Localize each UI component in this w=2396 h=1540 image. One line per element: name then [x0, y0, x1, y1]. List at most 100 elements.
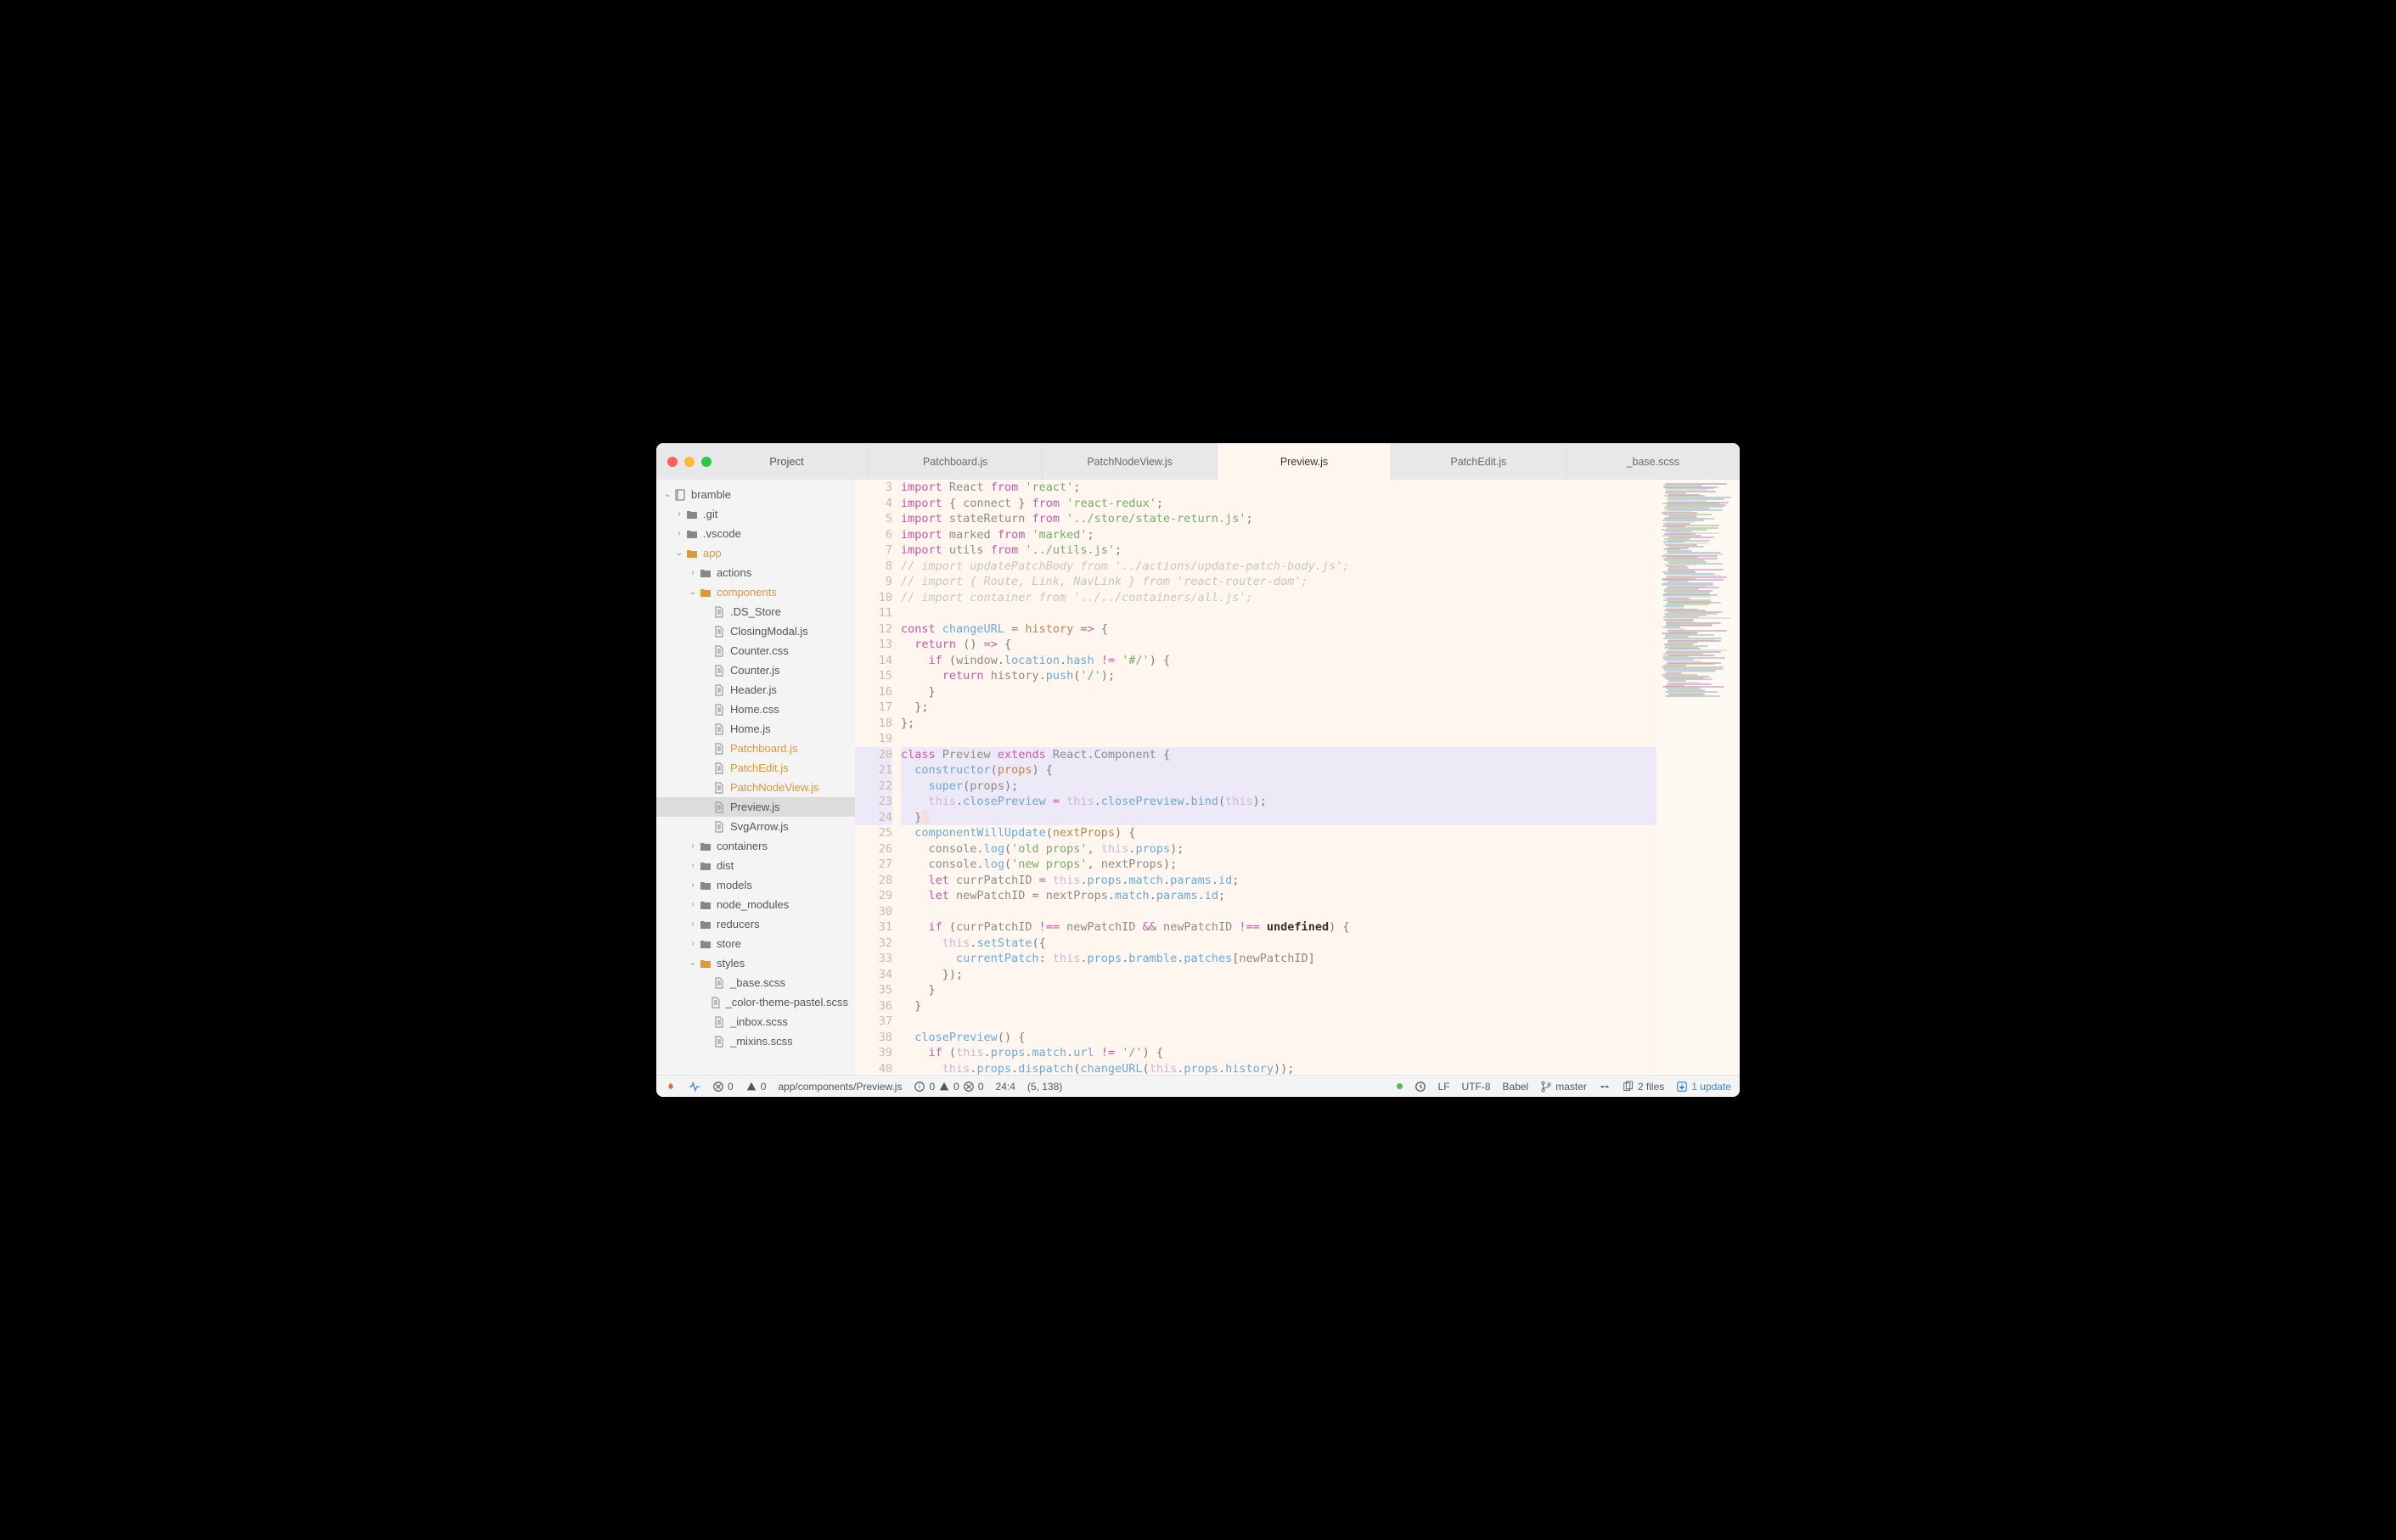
- file-tree[interactable]: ⌄bramble›.git›.vscode⌄app›actions⌄compon…: [656, 480, 855, 1075]
- code-line[interactable]: this.props.dispatch(changeURL(this.props…: [901, 1061, 1656, 1076]
- line-number[interactable]: 10: [855, 590, 892, 606]
- line-number[interactable]: 19: [855, 731, 892, 747]
- code-content[interactable]: import React from 'react';import { conne…: [901, 480, 1656, 1075]
- diagnostics-errors[interactable]: 0: [712, 1081, 734, 1093]
- clock-icon[interactable]: [1415, 1081, 1426, 1093]
- zoom-window-button[interactable]: [701, 457, 711, 467]
- line-number[interactable]: 21: [855, 762, 892, 778]
- code-line[interactable]: [901, 605, 1656, 621]
- tree-item-node_modules[interactable]: ›node_modules: [656, 895, 855, 914]
- tab-patchnodeview-js[interactable]: PatchNodeView.js: [1042, 443, 1216, 480]
- line-number[interactable]: 32: [855, 936, 892, 952]
- tree-item-styles[interactable]: ⌄styles: [656, 953, 855, 973]
- line-number[interactable]: 26: [855, 841, 892, 857]
- tree-item-containers[interactable]: ›containers: [656, 836, 855, 856]
- line-number[interactable]: 25: [855, 825, 892, 841]
- git-fetch[interactable]: [1599, 1081, 1611, 1093]
- code-line[interactable]: import marked from 'marked';: [901, 527, 1656, 543]
- tree-item-models[interactable]: ›models: [656, 875, 855, 895]
- code-line[interactable]: [901, 904, 1656, 920]
- line-number[interactable]: 9: [855, 574, 892, 590]
- line-number[interactable]: 34: [855, 967, 892, 983]
- tree-item-svgarrow-js[interactable]: SvgArrow.js: [656, 817, 855, 836]
- selection-info[interactable]: (5, 138): [1027, 1081, 1062, 1093]
- line-number[interactable]: 3: [855, 480, 892, 496]
- tree-item-preview-js[interactable]: Preview.js: [656, 797, 855, 817]
- code-line[interactable]: componentWillUpdate(nextProps) {: [901, 825, 1656, 841]
- code-line[interactable]: }: [901, 684, 1656, 700]
- code-line[interactable]: this.setState({: [901, 936, 1656, 952]
- line-number[interactable]: 13: [855, 637, 892, 653]
- code-line[interactable]: // import updatePatchBody from '../actio…: [901, 559, 1656, 575]
- code-line[interactable]: });: [901, 967, 1656, 983]
- tree-item-_base-scss[interactable]: _base.scss: [656, 973, 855, 992]
- code-line[interactable]: }: [901, 982, 1656, 998]
- tree-item-closingmodal-js[interactable]: ClosingModal.js: [656, 621, 855, 641]
- chevron-icon[interactable]: ⌄: [687, 958, 699, 968]
- line-number[interactable]: 12: [855, 621, 892, 638]
- line-number[interactable]: 27: [855, 857, 892, 873]
- diagnostics-warnings[interactable]: 0: [745, 1081, 767, 1093]
- line-number[interactable]: 39: [855, 1045, 892, 1061]
- line-number[interactable]: 4: [855, 496, 892, 512]
- chevron-icon[interactable]: ⌄: [673, 548, 685, 558]
- line-number[interactable]: 15: [855, 668, 892, 684]
- updates-available[interactable]: 1 update: [1676, 1081, 1731, 1093]
- chevron-icon[interactable]: ›: [673, 509, 685, 519]
- line-number[interactable]: 31: [855, 919, 892, 936]
- line-number[interactable]: 18: [855, 716, 892, 732]
- tab-_base-scss[interactable]: _base.scss: [1566, 443, 1740, 480]
- chevron-icon[interactable]: ›: [687, 861, 699, 870]
- line-number[interactable]: 40: [855, 1061, 892, 1076]
- tab-patchedit-js[interactable]: PatchEdit.js: [1391, 443, 1565, 480]
- tree-item-patchedit-js[interactable]: PatchEdit.js: [656, 758, 855, 778]
- line-number[interactable]: 23: [855, 794, 892, 810]
- tree-item-patchboard-js[interactable]: Patchboard.js: [656, 739, 855, 758]
- line-number[interactable]: 11: [855, 605, 892, 621]
- git-branch[interactable]: master: [1540, 1081, 1587, 1093]
- tree-item-reducers[interactable]: ›reducers: [656, 914, 855, 934]
- tree-item-actions[interactable]: ›actions: [656, 563, 855, 582]
- code-line[interactable]: import React from 'react';: [901, 480, 1656, 496]
- chevron-icon[interactable]: ›: [673, 529, 685, 538]
- tree-item-header-js[interactable]: Header.js: [656, 680, 855, 700]
- line-number[interactable]: 33: [855, 951, 892, 967]
- tree-item-counter-js[interactable]: Counter.js: [656, 660, 855, 680]
- tree-item-counter-css[interactable]: Counter.css: [656, 641, 855, 660]
- code-line[interactable]: // import { Route, Link, NavLink } from …: [901, 574, 1656, 590]
- line-number[interactable]: 38: [855, 1030, 892, 1046]
- line-number[interactable]: 24: [855, 810, 892, 826]
- line-number[interactable]: 22: [855, 778, 892, 795]
- code-line[interactable]: this.closePreview = this.closePreview.bi…: [901, 794, 1656, 810]
- minimize-window-button[interactable]: [684, 457, 695, 467]
- code-line[interactable]: let currPatchID = this.props.match.param…: [901, 873, 1656, 889]
- chevron-icon[interactable]: ›: [687, 939, 699, 948]
- code-line[interactable]: [901, 1014, 1656, 1030]
- line-number[interactable]: 30: [855, 904, 892, 920]
- code-line[interactable]: import { connect } from 'react-redux';: [901, 496, 1656, 512]
- tree-item--git[interactable]: ›.git: [656, 504, 855, 524]
- tree-item--ds_store[interactable]: .DS_Store: [656, 602, 855, 621]
- line-number[interactable]: 5: [855, 511, 892, 527]
- chevron-icon[interactable]: ›: [687, 841, 699, 851]
- tree-item-_color-theme-pastel-scss[interactable]: _color-theme-pastel.scss: [656, 992, 855, 1012]
- chevron-icon[interactable]: ›: [687, 880, 699, 890]
- code-line[interactable]: return history.push('/');: [901, 668, 1656, 684]
- code-line[interactable]: super(props);: [901, 778, 1656, 795]
- code-line[interactable]: import stateReturn from '../store/state-…: [901, 511, 1656, 527]
- grammar[interactable]: Babel: [1503, 1081, 1529, 1093]
- line-number[interactable]: 17: [855, 700, 892, 716]
- tree-item--vscode[interactable]: ›.vscode: [656, 524, 855, 543]
- line-number[interactable]: 6: [855, 527, 892, 543]
- line-number[interactable]: 29: [855, 888, 892, 904]
- close-window-button[interactable]: [667, 457, 678, 467]
- chevron-icon[interactable]: ⌄: [687, 587, 699, 597]
- code-line[interactable]: }: [901, 998, 1656, 1014]
- tree-item-patchnodeview-js[interactable]: PatchNodeView.js: [656, 778, 855, 797]
- line-number[interactable]: 36: [855, 998, 892, 1014]
- tree-item-_mixins-scss[interactable]: _mixins.scss: [656, 1031, 855, 1051]
- code-line[interactable]: console.log('old props', this.props);: [901, 841, 1656, 857]
- line-number[interactable]: 7: [855, 542, 892, 559]
- file-path[interactable]: app/components/Preview.js: [778, 1081, 902, 1093]
- code-line[interactable]: let newPatchID = nextProps.match.params.…: [901, 888, 1656, 904]
